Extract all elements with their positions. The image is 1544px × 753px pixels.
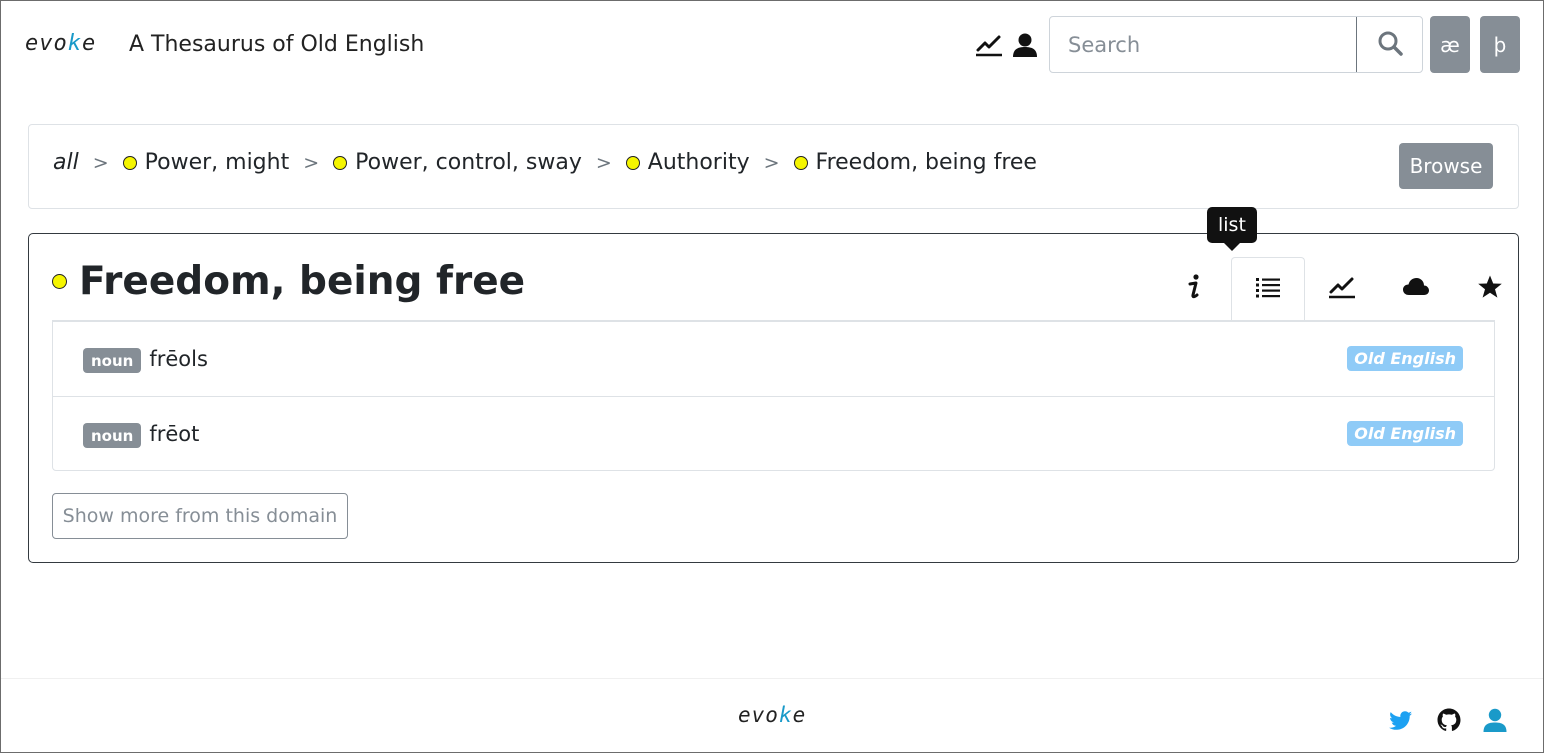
breadcrumb-separator: > (303, 151, 320, 174)
list-icon (1255, 275, 1281, 303)
breadcrumb-separator: > (595, 151, 612, 174)
word-list: noun frēols Old English noun frēot Old E… (52, 321, 1495, 471)
breadcrumb: all > Power, might > Power, control, swa… (53, 150, 1037, 175)
breadcrumb-label: Authority (647, 150, 750, 175)
word-link[interactable]: frēot (149, 422, 199, 446)
pos-badge: noun (83, 422, 142, 448)
logo-text-start: evo (738, 703, 779, 727)
list-item[interactable]: noun frēols Old English (53, 322, 1494, 396)
breadcrumb-label: Power, control, sway (355, 150, 582, 175)
pos-badge: noun (83, 348, 142, 373)
user-icon[interactable] (1482, 707, 1508, 733)
search-button[interactable] (1356, 17, 1422, 72)
search-box (1049, 16, 1423, 73)
footer-logo[interactable]: evoke (738, 703, 806, 727)
twitter-icon[interactable] (1388, 707, 1414, 733)
domain-title-text: Freedom, being free (79, 259, 526, 304)
char-button-ae[interactable]: æ (1430, 16, 1470, 73)
search-input[interactable] (1050, 17, 1356, 72)
breadcrumb-label: Power, might (144, 150, 290, 175)
logo-text-accent: k (778, 703, 793, 727)
domain-card: Freedom, being free list noun frēols Old… (28, 207, 1519, 563)
tab-chart[interactable] (1305, 257, 1379, 320)
logo[interactable]: evoke (25, 31, 96, 56)
star-icon (1477, 274, 1503, 304)
language-badge: Old English (1347, 346, 1463, 371)
tooltip: list (1207, 207, 1257, 251)
breadcrumb-root[interactable]: all (53, 150, 79, 175)
logo-text-end: e (82, 31, 97, 56)
cloud-icon (1402, 276, 1430, 302)
domain-title: Freedom, being free (52, 259, 525, 304)
breadcrumb-card: all > Power, might > Power, control, swa… (28, 124, 1519, 209)
category-dot (333, 156, 348, 170)
category-dot (122, 156, 137, 170)
breadcrumb-separator: > (92, 151, 109, 174)
category-dot (52, 274, 67, 289)
breadcrumb-separator: > (763, 151, 780, 174)
category-dot (793, 156, 808, 170)
browse-button[interactable]: Browse (1399, 143, 1493, 189)
tab-info[interactable] (1157, 257, 1231, 320)
word-link[interactable]: frēols (149, 347, 208, 371)
search-icon (1377, 30, 1403, 59)
language-badge: Old English (1347, 421, 1463, 446)
breadcrumb-item-authority[interactable]: Authority (625, 150, 750, 175)
site-title[interactable]: A Thesaurus of Old English (129, 32, 424, 57)
footer: evoke (1, 678, 1543, 753)
tab-cloud[interactable] (1379, 257, 1453, 320)
info-icon (1184, 273, 1204, 305)
breadcrumb-item-power-might[interactable]: Power, might (122, 150, 290, 175)
user-icon[interactable] (1011, 31, 1039, 59)
header: evoke A Thesaurus of Old English æ þ (1, 1, 1543, 91)
github-icon[interactable] (1436, 707, 1462, 733)
char-button-thorn[interactable]: þ (1480, 16, 1520, 73)
list-item[interactable]: noun frēot Old English (53, 396, 1494, 470)
logo-text-start: evo (25, 31, 68, 56)
chart-icon (1328, 273, 1356, 305)
category-dot (625, 156, 640, 170)
show-more-button[interactable]: Show more from this domain (52, 493, 348, 539)
breadcrumb-label: Freedom, being free (815, 150, 1037, 175)
breadcrumb-item-power-control-sway[interactable]: Power, control, sway (333, 150, 582, 175)
view-tabs (1157, 257, 1527, 320)
tab-list[interactable] (1231, 257, 1305, 320)
logo-text-end: e (792, 703, 807, 727)
breadcrumb-item-freedom[interactable]: Freedom, being free (793, 150, 1037, 175)
chart-icon[interactable] (975, 31, 1003, 59)
tab-star[interactable] (1453, 257, 1527, 320)
logo-text-accent: k (67, 31, 82, 56)
